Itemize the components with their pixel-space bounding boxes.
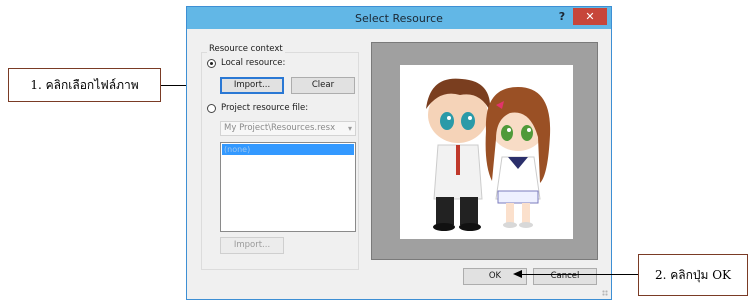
dialog-title: Select Resource (355, 12, 443, 25)
help-icon[interactable]: ? (553, 9, 571, 25)
annotation-step2-arrowhead (513, 270, 522, 278)
local-resource-radio[interactable] (207, 59, 216, 68)
project-import-button[interactable]: Import... (220, 237, 284, 254)
resource-listbox[interactable]: (none) (220, 142, 356, 232)
image-preview (371, 42, 598, 260)
clear-button[interactable]: Clear (291, 77, 355, 94)
cartoon-couple-image (426, 78, 551, 231)
annotation-step1-text: 1. คลิกเลือกไฟล์ภาพ (30, 78, 139, 92)
list-item[interactable]: (none) (222, 144, 354, 155)
local-resource-label[interactable]: Local resource: (221, 58, 285, 68)
project-resource-radio[interactable] (207, 104, 216, 113)
resize-grip[interactable] (602, 290, 608, 296)
project-file-value: My Project\Resources.resx (224, 123, 336, 133)
close-icon[interactable]: ✕ (573, 8, 607, 25)
preview-image (400, 65, 573, 239)
chevron-down-icon: ▾ (347, 124, 352, 133)
cancel-button[interactable]: Cancel (533, 268, 597, 285)
annotation-step2-text: 2. คลิกปุ่ม OK (654, 268, 732, 282)
annotation-step2-arrow (522, 274, 639, 275)
project-resource-label[interactable]: Project resource file: (221, 103, 308, 113)
select-resource-dialog: Select Resource ? ✕ Resource context Loc… (186, 6, 612, 300)
title-bar[interactable]: Select Resource ? ✕ (187, 7, 611, 29)
annotation-step2: 2. คลิกปุ่ม OK (638, 254, 748, 296)
import-button[interactable]: Import... (220, 77, 284, 94)
annotation-step1: 1. คลิกเลือกไฟล์ภาพ (8, 68, 161, 102)
project-file-select[interactable]: My Project\Resources.resx ▾ (220, 121, 356, 136)
resource-context-label: Resource context (207, 44, 285, 54)
